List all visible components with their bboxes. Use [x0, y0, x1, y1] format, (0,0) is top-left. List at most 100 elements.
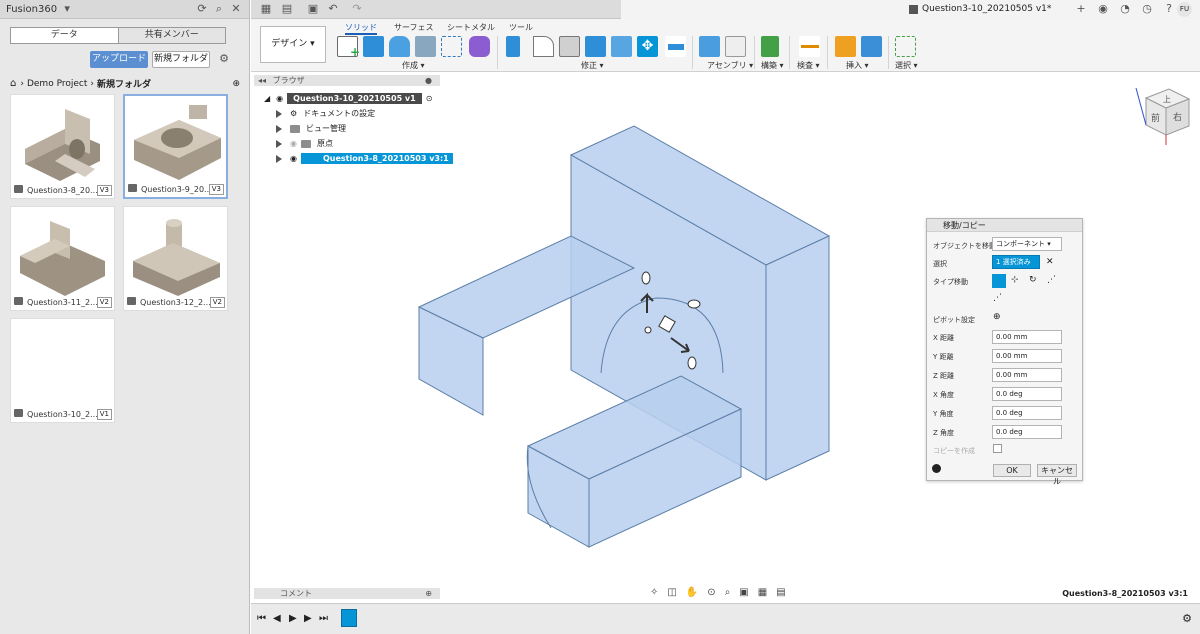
document-tab[interactable]: Question3-10_20210505 v1* ✕: [621, 0, 1200, 19]
comments-panel[interactable]: コメント ⊕: [254, 588, 440, 599]
timeline-forward-icon[interactable]: ▶: [304, 613, 312, 624]
app-name[interactable]: Fusion360: [6, 4, 57, 15]
selection-button[interactable]: 1 選択済み: [992, 255, 1040, 269]
group-construct[interactable]: 構築 ▾: [761, 60, 784, 71]
insert-derive-icon[interactable]: [835, 36, 856, 57]
timeline-end-icon[interactable]: ⏭: [319, 613, 328, 624]
search-icon[interactable]: ⌕: [212, 2, 226, 16]
model-body[interactable]: [417, 125, 831, 548]
select-icon[interactable]: [895, 36, 916, 57]
gear-icon[interactable]: ⚙: [217, 52, 231, 66]
y-angle-input[interactable]: 0.0 deg: [992, 406, 1062, 420]
free-move-icon[interactable]: [992, 274, 1006, 288]
undo-icon[interactable]: ↶: [326, 2, 340, 16]
workspace-switcher[interactable]: デザイン ▾: [260, 26, 326, 63]
tab-surface[interactable]: サーフェス: [394, 22, 434, 33]
tab-solid[interactable]: ソリッド: [345, 22, 377, 35]
ok-button[interactable]: OK: [993, 464, 1031, 477]
dialog-header[interactable]: 移動/コピー: [927, 219, 1082, 232]
pivot-icon[interactable]: ⊕: [993, 312, 1001, 322]
clear-selection-icon[interactable]: ✕: [1046, 257, 1054, 267]
object-type-select[interactable]: コンポーネント ▾: [992, 237, 1062, 251]
create-sketch-icon[interactable]: +: [337, 36, 360, 59]
split-body-icon[interactable]: [611, 36, 632, 57]
browser-item[interactable]: ⚙ ドキュメントの設定: [276, 108, 375, 119]
combine-icon[interactable]: [585, 36, 606, 57]
file-thumbnail[interactable]: Question3-11_2... V2: [10, 206, 115, 311]
activate-icon[interactable]: ⊙: [426, 93, 433, 104]
globe-icon[interactable]: ⊕: [232, 79, 240, 89]
help-icon[interactable]: ?: [1162, 2, 1176, 16]
chevron-down-icon[interactable]: ▾: [60, 2, 74, 16]
z-distance-input[interactable]: 0.00 mm: [992, 368, 1062, 382]
cancel-button[interactable]: キャンセル: [1037, 464, 1077, 486]
refresh-icon[interactable]: ⟳: [195, 2, 209, 16]
eye-icon[interactable]: ◉: [276, 93, 283, 104]
insert-canvas-icon[interactable]: [861, 36, 882, 57]
version-badge[interactable]: V3: [96, 185, 112, 196]
eye-icon[interactable]: ◉: [290, 153, 297, 164]
y-distance-input[interactable]: 0.00 mm: [992, 349, 1062, 363]
browser-item[interactable]: ビュー管理: [276, 123, 346, 134]
revolve-icon[interactable]: [389, 36, 410, 57]
viewports-icon[interactable]: ▤: [776, 587, 785, 600]
press-pull-icon[interactable]: [506, 36, 520, 57]
redo-icon[interactable]: ↷: [350, 2, 364, 16]
rotate-icon[interactable]: ↻: [1029, 275, 1037, 285]
file-menu-icon[interactable]: ▤: [280, 2, 294, 16]
orbit-icon[interactable]: ✧: [650, 587, 658, 600]
tab-tools[interactable]: ツール: [509, 22, 533, 33]
create-copy-checkbox[interactable]: [993, 444, 1002, 453]
form-icon[interactable]: [469, 36, 490, 57]
hole-icon[interactable]: [415, 36, 436, 57]
timeline-back-icon[interactable]: ◀: [273, 613, 281, 624]
job-status-icon[interactable]: ◔: [1118, 2, 1132, 16]
avatar[interactable]: FU: [1177, 2, 1192, 17]
fillet-icon[interactable]: [533, 36, 554, 57]
close-icon[interactable]: ✕: [229, 2, 243, 16]
group-inspect[interactable]: 検査 ▾: [797, 60, 820, 71]
group-modify[interactable]: 修正 ▾: [581, 60, 604, 71]
browser-item[interactable]: ◉ 原点: [276, 138, 333, 149]
add-comment-icon[interactable]: ⊕: [425, 588, 432, 599]
tab-sheet-metal[interactable]: シートメタル: [447, 22, 495, 33]
timeline-feature-icon[interactable]: [341, 609, 357, 627]
new-component-icon[interactable]: [699, 36, 720, 57]
x-distance-input[interactable]: 0.00 mm: [992, 330, 1062, 344]
info-icon[interactable]: [932, 464, 941, 473]
pan-icon[interactable]: ✋: [686, 587, 698, 600]
file-thumbnail[interactable]: Question3-9_20... V3: [123, 94, 228, 199]
file-thumbnail[interactable]: Question3-12_2... V2: [123, 206, 228, 311]
version-badge[interactable]: V2: [96, 297, 112, 308]
version-badge[interactable]: V3: [208, 184, 224, 195]
version-badge[interactable]: V1: [96, 409, 112, 420]
save-icon[interactable]: ▣: [306, 2, 320, 16]
timeline-settings-icon[interactable]: ⚙: [1182, 612, 1192, 625]
extrude-icon[interactable]: [363, 36, 384, 57]
group-assemble[interactable]: アセンブリ ▾: [707, 60, 753, 71]
browser-header[interactable]: ◂◂ ブラウザ ●: [254, 75, 440, 86]
expand-icon[interactable]: [276, 139, 282, 148]
upload-button[interactable]: アップロード: [90, 51, 148, 68]
expand-icon[interactable]: [276, 109, 282, 118]
grid-icon[interactable]: ▦: [259, 2, 273, 16]
zoom-icon[interactable]: ⊙: [707, 587, 715, 600]
measure-icon[interactable]: [799, 36, 820, 57]
version-badge[interactable]: V2: [209, 297, 225, 308]
tab-shared[interactable]: 共有メンバー: [117, 28, 225, 43]
notifications-icon[interactable]: ◷: [1140, 2, 1154, 16]
timeline-play-icon[interactable]: ▶: [289, 613, 297, 624]
grid-settings-icon[interactable]: ▦: [758, 587, 767, 600]
eye-icon[interactable]: ◉: [290, 138, 297, 149]
shell-icon[interactable]: [559, 36, 580, 57]
offset-plane-icon[interactable]: [761, 36, 779, 57]
breadcrumb-project[interactable]: Demo Project: [27, 79, 87, 89]
file-thumbnail[interactable]: Question3-10_2... V1: [10, 318, 115, 423]
display-settings-icon[interactable]: ▣: [739, 587, 748, 600]
move-copy-icon[interactable]: ✥: [637, 36, 658, 57]
timeline-start-icon[interactable]: ⏮: [257, 613, 266, 624]
new-tab-icon[interactable]: +: [1074, 2, 1088, 16]
z-angle-input[interactable]: 0.0 deg: [992, 425, 1062, 439]
align-icon[interactable]: [665, 36, 686, 57]
home-icon[interactable]: ⌂: [10, 78, 16, 89]
